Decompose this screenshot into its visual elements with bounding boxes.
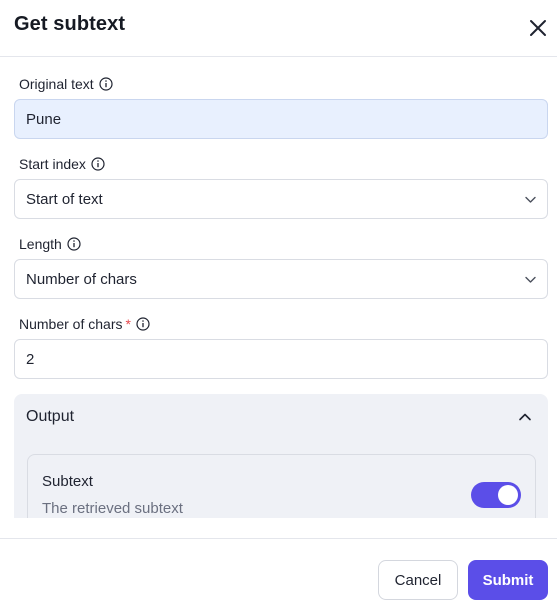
close-icon xyxy=(530,20,546,36)
dialog-title: Get subtext xyxy=(14,13,126,35)
original-text-label-text: Original text xyxy=(19,76,94,92)
number-of-chars-label-text: Number of chars xyxy=(19,316,123,332)
output-variable-toggle[interactable] xyxy=(471,482,521,508)
number-of-chars-value: 2 xyxy=(26,350,35,368)
toggle-knob xyxy=(498,485,518,505)
close-button[interactable] xyxy=(524,14,552,42)
number-of-chars-input[interactable]: 2 xyxy=(14,339,548,379)
output-title: Output xyxy=(26,408,75,425)
start-index-select[interactable]: Start of text xyxy=(14,179,548,219)
info-icon[interactable] xyxy=(91,157,105,171)
original-text-label: Original text xyxy=(19,76,113,92)
number-of-chars-label: Number of chars * xyxy=(19,316,150,332)
info-icon[interactable] xyxy=(99,77,113,91)
start-index-label-text: Start index xyxy=(19,156,86,172)
required-mark: * xyxy=(125,316,131,332)
start-index-value: Start of text xyxy=(26,190,103,208)
dialog-body: Original text Pune Start index Start of … xyxy=(0,57,557,518)
dialog-header: Get subtext xyxy=(0,0,557,57)
length-label-text: Length xyxy=(19,236,62,252)
info-icon[interactable] xyxy=(67,237,81,251)
chevron-down-icon xyxy=(525,196,536,203)
output-section: Output Subtext The retrieved subtext xyxy=(14,394,548,518)
chevron-down-icon xyxy=(525,276,536,283)
original-text-value: Pune xyxy=(26,110,62,128)
info-icon[interactable] xyxy=(136,317,150,331)
length-label: Length xyxy=(19,236,81,252)
dialog-footer: Cancel Submit xyxy=(0,538,557,600)
output-variable-name: Subtext xyxy=(42,473,93,490)
output-variable-card: Subtext The retrieved subtext xyxy=(27,454,536,518)
output-variable-description: The retrieved subtext xyxy=(42,500,183,517)
submit-button[interactable]: Submit xyxy=(468,560,548,600)
cancel-button[interactable]: Cancel xyxy=(378,560,458,600)
original-text-input[interactable]: Pune xyxy=(14,99,548,139)
length-value: Number of chars xyxy=(26,270,137,288)
start-index-label: Start index xyxy=(19,156,105,172)
chevron-up-icon[interactable] xyxy=(517,409,533,425)
length-select[interactable]: Number of chars xyxy=(14,259,548,299)
